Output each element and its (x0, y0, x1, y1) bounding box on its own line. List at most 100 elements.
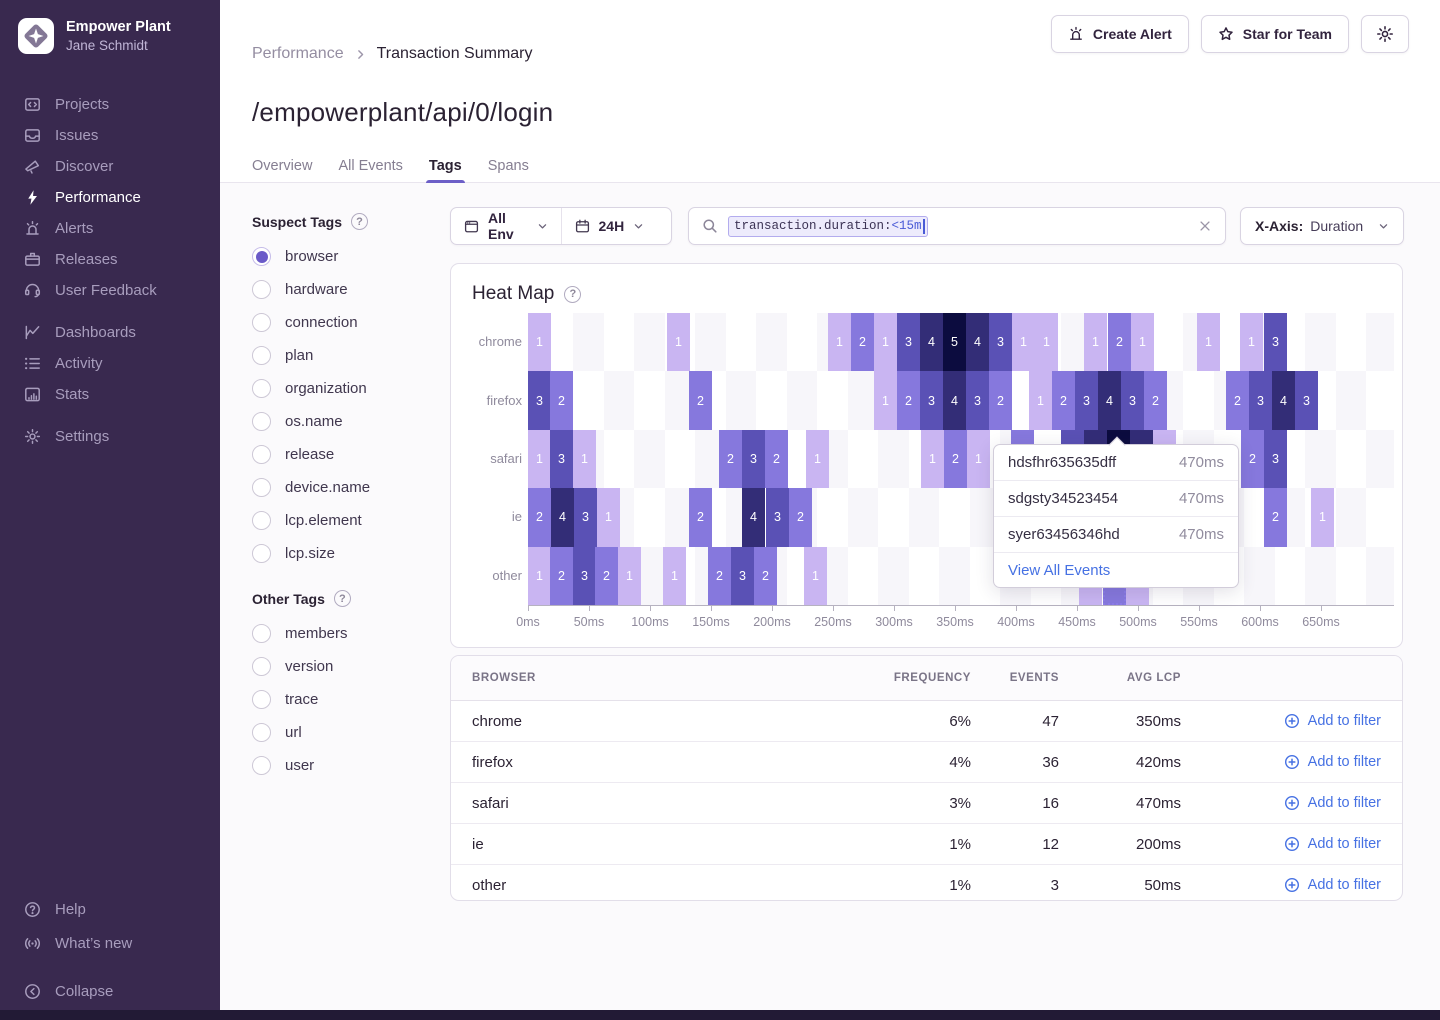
heatmap-cell-firefox[interactable]: 3 (966, 371, 989, 429)
heatmap-cell-ie[interactable]: 2 (789, 488, 812, 546)
heatmap-cell-chrome[interactable]: 2 (851, 313, 874, 371)
heatmap-cell-firefox[interactable]: 2 (689, 371, 712, 429)
heatmap-cell-firefox[interactable]: 1 (1029, 371, 1052, 429)
tab-tags[interactable]: Tags (429, 149, 462, 182)
heatmap-cell-safari[interactable]: 1 (573, 430, 596, 488)
heatmap-cell-firefox[interactable]: 3 (1295, 371, 1318, 429)
tag-option-version[interactable]: version (252, 657, 444, 676)
radio-organization[interactable] (252, 379, 271, 398)
heatmap-cell-ie[interactable]: 3 (574, 488, 597, 546)
heatmap-cell-other[interactable]: 2 (550, 547, 573, 605)
radio-lcp-element[interactable] (252, 511, 271, 530)
radio-device-name[interactable] (252, 478, 271, 497)
radio-trace[interactable] (252, 690, 271, 709)
heatmap-cell-firefox[interactable]: 2 (550, 371, 573, 429)
heatmap-cell-firefox[interactable]: 3 (1121, 371, 1144, 429)
tag-option-trace[interactable]: trace (252, 690, 444, 709)
radio-version[interactable] (252, 657, 271, 676)
heatmap-cell-firefox[interactable]: 4 (1098, 371, 1121, 429)
heatmap-cell-firefox[interactable]: 3 (1075, 371, 1098, 429)
radio-plan[interactable] (252, 346, 271, 365)
add-to-filter-button[interactable]: Add to filter (1181, 754, 1381, 770)
tag-option-os-name[interactable]: os.name (252, 412, 444, 431)
heatmap-cell-chrome[interactable]: 4 (966, 313, 989, 371)
sidebar-item-user-feedback[interactable]: User Feedback (24, 280, 220, 301)
heatmap-cell-safari[interactable]: 3 (1264, 430, 1287, 488)
tag-option-browser[interactable]: browser (252, 247, 444, 266)
heatmap-cell-firefox[interactable]: 2 (1144, 371, 1167, 429)
sidebar-item-collapse[interactable]: Collapse (24, 981, 132, 1002)
radio-url[interactable] (252, 723, 271, 742)
tag-option-lcp-element[interactable]: lcp.element (252, 511, 444, 530)
heatmap-cell-firefox[interactable]: 1 (874, 371, 897, 429)
sidebar-item-releases[interactable]: Releases (24, 249, 220, 270)
heatmap-cell-ie[interactable]: 1 (597, 488, 620, 546)
add-to-filter-button[interactable]: Add to filter (1181, 795, 1381, 811)
heatmap-cell-safari[interactable]: 2 (719, 430, 742, 488)
heatmap-cell-chrome[interactable]: 3 (989, 313, 1012, 371)
heatmap-cell-other[interactable]: 2 (595, 547, 618, 605)
heatmap-cell-firefox[interactable]: 2 (1226, 371, 1249, 429)
heatmap-cell-safari[interactable]: 1 (921, 430, 944, 488)
heatmap-cell-safari[interactable]: 2 (944, 430, 967, 488)
add-to-filter-button[interactable]: Add to filter (1181, 713, 1381, 729)
heatmap-cell-other[interactable]: 2 (708, 547, 731, 605)
sidebar-item-alerts[interactable]: Alerts (24, 218, 220, 239)
heatmap-cell-ie[interactable]: 4 (551, 488, 574, 546)
sidebar-item-performance[interactable]: Performance (24, 187, 220, 208)
heatmap-cell-firefox[interactable]: 3 (920, 371, 943, 429)
search-input[interactable]: transaction.duration:<15m (688, 207, 1226, 245)
tag-option-members[interactable]: members (252, 624, 444, 643)
sidebar-item-discover[interactable]: Discover (24, 156, 220, 177)
heatmap-cell-chrome[interactable]: 5 (943, 313, 966, 371)
tag-option-organization[interactable]: organization (252, 379, 444, 398)
time-range-dropdown[interactable]: 24H (561, 208, 672, 244)
heatmap-cell-other[interactable]: 2 (754, 547, 777, 605)
heatmap-cell-firefox[interactable]: 3 (528, 371, 551, 429)
sidebar-item-what-s-new[interactable]: What’s new (24, 933, 132, 954)
heatmap-cell-firefox[interactable]: 2 (897, 371, 920, 429)
heatmap-cell-safari[interactable]: 3 (550, 430, 573, 488)
heatmap-cell-ie[interactable]: 3 (766, 488, 789, 546)
tag-option-connection[interactable]: connection (252, 313, 444, 332)
sidebar-item-stats[interactable]: Stats (24, 384, 220, 405)
radio-user[interactable] (252, 756, 271, 775)
heatmap-cell-chrome[interactable]: 1 (1012, 313, 1035, 371)
heatmap-cell-safari[interactable]: 2 (765, 430, 788, 488)
heatmap-cell-firefox[interactable]: 2 (1052, 371, 1075, 429)
heatmap-cell-safari[interactable]: 1 (967, 430, 990, 488)
help-circle-icon[interactable]: ? (564, 286, 581, 303)
heatmap-cell-other[interactable]: 1 (663, 547, 686, 605)
heatmap-cell-safari[interactable]: 3 (742, 430, 765, 488)
tag-option-lcp-size[interactable]: lcp.size (252, 544, 444, 563)
sidebar-item-projects[interactable]: Projects (24, 94, 220, 115)
heatmap-cell-other[interactable]: 3 (731, 547, 754, 605)
heatmap-cell-firefox[interactable]: 2 (989, 371, 1012, 429)
radio-release[interactable] (252, 445, 271, 464)
heatmap-cell-other[interactable]: 1 (528, 547, 551, 605)
clear-search-icon[interactable] (1198, 219, 1212, 233)
heatmap-cell-chrome[interactable]: 1 (1197, 313, 1220, 371)
radio-connection[interactable] (252, 313, 271, 332)
env-dropdown[interactable]: All Env (451, 208, 561, 244)
breadcrumb-performance[interactable]: Performance (252, 45, 344, 63)
tag-option-plan[interactable]: plan (252, 346, 444, 365)
sidebar-item-help[interactable]: Help (24, 899, 132, 920)
heatmap-cell-chrome[interactable]: 1 (1131, 313, 1154, 371)
radio-hardware[interactable] (252, 280, 271, 299)
tab-overview[interactable]: Overview (252, 149, 312, 182)
sidebar-item-dashboards[interactable]: Dashboards (24, 322, 220, 343)
heatmap-cell-chrome[interactable]: 4 (920, 313, 943, 371)
heatmap-cell-ie[interactable]: 2 (1264, 488, 1287, 546)
heatmap-cell-chrome[interactable]: 1 (828, 313, 851, 371)
heatmap-cell-chrome[interactable]: 1 (1240, 313, 1263, 371)
heatmap-cell-ie[interactable]: 1 (1311, 488, 1334, 546)
sidebar-item-settings[interactable]: Settings (24, 426, 220, 447)
heatmap-cell-safari[interactable]: 1 (528, 430, 551, 488)
heatmap-cell-ie[interactable]: 4 (742, 488, 765, 546)
sidebar-item-issues[interactable]: Issues (24, 125, 220, 146)
tag-option-hardware[interactable]: hardware (252, 280, 444, 299)
sidebar-item-activity[interactable]: Activity (24, 353, 220, 374)
view-all-events-link[interactable]: View All Events (994, 553, 1238, 587)
tab-all-events[interactable]: All Events (338, 149, 402, 182)
